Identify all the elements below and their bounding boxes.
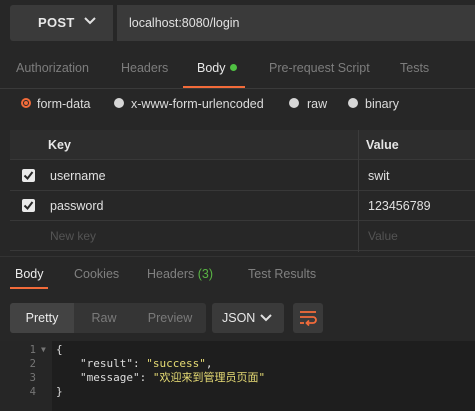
radio-label-binary[interactable]: binary [365, 97, 399, 111]
line-number: 3 [29, 372, 36, 384]
format-label: JSON [222, 311, 256, 325]
view-mode-group: Pretty Raw Preview [10, 303, 206, 333]
column-divider [358, 130, 359, 252]
column-header-key: Key [48, 138, 71, 152]
check-icon [23, 171, 34, 181]
code-text: "result": "success", [80, 357, 213, 370]
line-number: 4 [29, 386, 36, 398]
chevron-down-icon [260, 314, 272, 322]
table-row: password 123456789 [10, 191, 475, 221]
radio-label-form-data[interactable]: form-data [37, 97, 91, 111]
code-line: 2 "result": "success", [0, 357, 475, 371]
row-checkbox[interactable] [22, 199, 35, 212]
request-url-bar: POST [10, 5, 475, 41]
response-headers-count: (3) [197, 267, 214, 281]
json-punct: , [205, 357, 213, 370]
check-icon [23, 201, 34, 211]
divider [0, 256, 475, 257]
code-line: 3 "message": "欢迎来到管理员页面" [0, 371, 475, 385]
new-value-input[interactable]: Value [368, 229, 398, 243]
tab-body[interactable]: Body [197, 61, 226, 75]
body-status-dot [230, 64, 237, 71]
tab-pre-request-script[interactable]: Pre-request Script [269, 61, 370, 75]
code-text: { [56, 343, 63, 356]
response-tab-headers-label: Headers [147, 267, 195, 281]
wrap-lines-icon [300, 311, 317, 326]
radio-form-data[interactable] [21, 98, 31, 108]
row-value[interactable]: swit [368, 169, 390, 183]
method-select[interactable]: POST [10, 5, 113, 41]
view-pretty-button[interactable]: Pretty [10, 303, 74, 333]
code-text: } [56, 385, 63, 398]
column-header-value: Value [366, 138, 399, 152]
response-tab-body[interactable]: Body [15, 267, 44, 281]
code-text: "message": "欢迎来到管理员页面" [80, 371, 266, 384]
radio-raw[interactable] [289, 98, 299, 108]
format-select[interactable]: JSON [212, 303, 284, 333]
tab-headers[interactable]: Headers [121, 61, 168, 75]
response-tab-cookies[interactable]: Cookies [74, 267, 119, 281]
url-input[interactable] [117, 5, 475, 41]
line-number: 2 [29, 358, 36, 370]
new-key-input[interactable]: New key [50, 229, 96, 243]
json-value: "欢迎来到管理员页面" [152, 371, 266, 384]
new-row: New key Value [10, 221, 475, 251]
row-value[interactable]: 123456789 [368, 199, 431, 213]
view-raw-button[interactable]: Raw [74, 303, 134, 333]
code-line: 1 ▼ { [0, 343, 475, 357]
tab-tests[interactable]: Tests [400, 61, 429, 75]
row-checkbox[interactable] [22, 169, 35, 182]
fold-arrow-icon[interactable]: ▼ [41, 343, 46, 357]
line-number: 1 [29, 344, 36, 356]
response-body-viewer[interactable]: 1 ▼ { 2 "result": "success", 3 "message"… [0, 341, 475, 411]
divider [0, 88, 475, 89]
method-label: POST [38, 15, 75, 30]
json-value: "success" [146, 357, 206, 370]
json-key: "message" [80, 371, 140, 384]
radio-label-raw[interactable]: raw [307, 97, 327, 111]
wrap-lines-button[interactable] [293, 303, 323, 333]
tab-authorization[interactable]: Authorization [16, 61, 89, 75]
response-tab-headers[interactable]: Headers (3) [147, 267, 213, 281]
table-row: username swit [10, 161, 475, 191]
radio-label-x-www-form-urlencoded[interactable]: x-www-form-urlencoded [131, 97, 264, 111]
active-tab-indicator [10, 287, 48, 289]
chevron-down-icon [84, 17, 96, 25]
response-tab-test-results[interactable]: Test Results [248, 267, 316, 281]
row-key[interactable]: password [50, 199, 104, 213]
form-data-table: Key Value username swit password 1234567… [10, 130, 475, 252]
code-line: 4 } [0, 385, 475, 399]
radio-binary[interactable] [348, 98, 358, 108]
table-header: Key Value [10, 130, 475, 160]
view-preview-button[interactable]: Preview [134, 303, 206, 333]
json-key: "result" [80, 357, 133, 370]
row-key[interactable]: username [50, 169, 106, 183]
radio-x-www-form-urlencoded[interactable] [114, 98, 124, 108]
